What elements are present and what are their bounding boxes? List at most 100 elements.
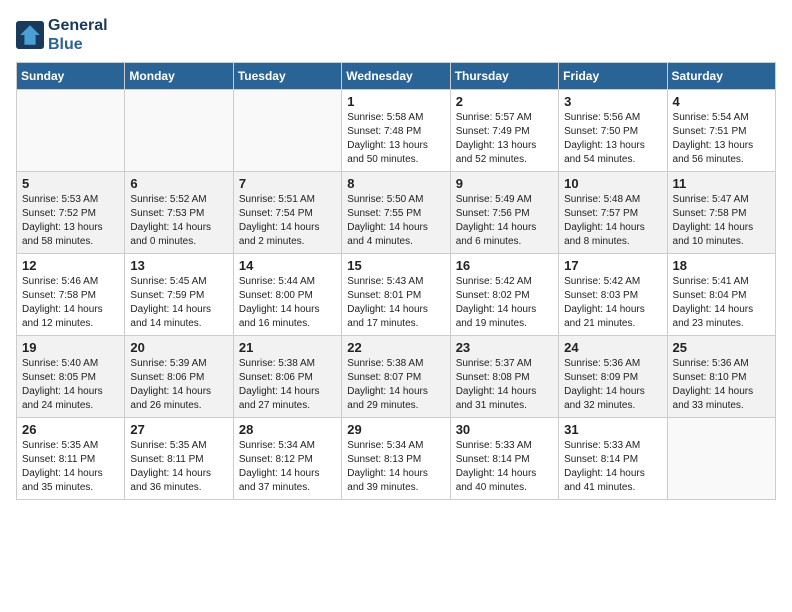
day-number: 25 (673, 340, 770, 355)
calendar-cell: 27 Sunrise: 5:35 AM Sunset: 8:11 PM Dayli… (125, 418, 233, 500)
day-number: 5 (22, 176, 119, 191)
col-header-sunday: Sunday (17, 63, 125, 90)
day-number: 4 (673, 94, 770, 109)
day-info: Sunrise: 5:34 AM Sunset: 8:12 PM Dayligh… (239, 439, 336, 495)
week-row-2: 5 Sunrise: 5:53 AM Sunset: 7:52 PM Daylig… (17, 172, 776, 254)
day-number: 13 (130, 258, 227, 273)
day-info: Sunrise: 5:33 AM Sunset: 8:14 PM Dayligh… (564, 439, 661, 495)
day-info: Sunrise: 5:35 AM Sunset: 8:11 PM Dayligh… (130, 439, 227, 495)
calendar-cell: 8 Sunrise: 5:50 AM Sunset: 7:55 PM Daylig… (342, 172, 450, 254)
calendar-table: SundayMondayTuesdayWednesdayThursdayFrid… (16, 62, 776, 500)
calendar-cell: 20 Sunrise: 5:39 AM Sunset: 8:06 PM Dayli… (125, 336, 233, 418)
calendar-cell: 2 Sunrise: 5:57 AM Sunset: 7:49 PM Daylig… (450, 90, 558, 172)
calendar-cell: 4 Sunrise: 5:54 AM Sunset: 7:51 PM Daylig… (667, 90, 775, 172)
col-header-wednesday: Wednesday (342, 63, 450, 90)
calendar-cell: 16Sunrise: 5:42 AM Sunset: 8:02 PM Dayli… (450, 254, 558, 336)
day-number: 20 (130, 340, 227, 355)
calendar-cell: 15 Sunrise: 5:43 AM Sunset: 8:01 PM Dayli… (342, 254, 450, 336)
calendar-cell (667, 418, 775, 500)
day-number: 21 (239, 340, 336, 355)
calendar-cell: 11 Sunrise: 5:47 AM Sunset: 7:58 PM Dayli… (667, 172, 775, 254)
day-info: Sunrise: 5:54 AM Sunset: 7:51 PM Dayligh… (673, 111, 770, 167)
day-number: 28 (239, 422, 336, 437)
day-number: 29 (347, 422, 444, 437)
calendar-cell: 14Sunrise: 5:44 AM Sunset: 8:00 PM Dayli… (233, 254, 341, 336)
week-row-4: 19Sunrise: 5:40 AM Sunset: 8:05 PM Dayli… (17, 336, 776, 418)
week-row-5: 26Sunrise: 5:35 AM Sunset: 8:11 PM Dayli… (17, 418, 776, 500)
day-number: 6 (130, 176, 227, 191)
day-info: Sunrise: 5:47 AM Sunset: 7:58 PM Dayligh… (673, 193, 770, 249)
day-number: 10 (564, 176, 661, 191)
calendar-cell (125, 90, 233, 172)
day-info: Sunrise: 5:58 AM Sunset: 7:48 PM Dayligh… (347, 111, 444, 167)
day-info: Sunrise: 5:35 AM Sunset: 8:11 PM Dayligh… (22, 439, 119, 495)
logo-text: GeneralBlue (48, 16, 108, 54)
day-info: Sunrise: 5:37 AM Sunset: 8:08 PM Dayligh… (456, 357, 553, 413)
day-number: 11 (673, 176, 770, 191)
day-number: 17 (564, 258, 661, 273)
day-number: 22 (347, 340, 444, 355)
day-info: Sunrise: 5:39 AM Sunset: 8:06 PM Dayligh… (130, 357, 227, 413)
calendar-cell: 10 Sunrise: 5:48 AM Sunset: 7:57 PM Dayli… (559, 172, 667, 254)
day-info: Sunrise: 5:34 AM Sunset: 8:13 PM Dayligh… (347, 439, 444, 495)
col-header-monday: Monday (125, 63, 233, 90)
calendar-cell: 30 Sunrise: 5:33 AM Sunset: 8:14 PM Dayli… (450, 418, 558, 500)
calendar-cell (233, 90, 341, 172)
day-number: 8 (347, 176, 444, 191)
day-number: 23 (456, 340, 553, 355)
day-info: Sunrise: 5:38 AM Sunset: 8:06 PM Dayligh… (239, 357, 336, 413)
day-number: 16 (456, 258, 553, 273)
day-number: 9 (456, 176, 553, 191)
day-info: Sunrise: 5:43 AM Sunset: 8:01 PM Dayligh… (347, 275, 444, 331)
day-number: 1 (347, 94, 444, 109)
day-number: 18 (673, 258, 770, 273)
calendar-cell: 7 Sunrise: 5:51 AM Sunset: 7:54 PM Daylig… (233, 172, 341, 254)
day-info: Sunrise: 5:45 AM Sunset: 7:59 PM Dayligh… (130, 275, 227, 331)
calendar-cell: 25 Sunrise: 5:36 AM Sunset: 8:10 PM Dayli… (667, 336, 775, 418)
col-header-thursday: Thursday (450, 63, 558, 90)
day-number: 27 (130, 422, 227, 437)
calendar-cell: 18 Sunrise: 5:41 AM Sunset: 8:04 PM Dayli… (667, 254, 775, 336)
day-info: Sunrise: 5:46 AM Sunset: 7:58 PM Dayligh… (22, 275, 119, 331)
calendar-cell: 29 Sunrise: 5:34 AM Sunset: 8:13 PM Dayli… (342, 418, 450, 500)
calendar-cell (17, 90, 125, 172)
logo-icon (16, 21, 44, 49)
day-info: Sunrise: 5:48 AM Sunset: 7:57 PM Dayligh… (564, 193, 661, 249)
day-number: 24 (564, 340, 661, 355)
week-row-3: 12 Sunrise: 5:46 AM Sunset: 7:58 PM Dayli… (17, 254, 776, 336)
logo: GeneralBlue (16, 16, 108, 54)
day-number: 30 (456, 422, 553, 437)
week-row-1: 1 Sunrise: 5:58 AM Sunset: 7:48 PM Daylig… (17, 90, 776, 172)
day-info: Sunrise: 5:51 AM Sunset: 7:54 PM Dayligh… (239, 193, 336, 249)
day-info: Sunrise: 5:41 AM Sunset: 8:04 PM Dayligh… (673, 275, 770, 331)
day-info: Sunrise: 5:52 AM Sunset: 7:53 PM Dayligh… (130, 193, 227, 249)
day-number: 19 (22, 340, 119, 355)
day-number: 15 (347, 258, 444, 273)
day-info: Sunrise: 5:36 AM Sunset: 8:10 PM Dayligh… (673, 357, 770, 413)
calendar-cell: 21 Sunrise: 5:38 AM Sunset: 8:06 PM Dayli… (233, 336, 341, 418)
page-header: GeneralBlue (16, 16, 776, 54)
calendar-cell: 13 Sunrise: 5:45 AM Sunset: 7:59 PM Dayli… (125, 254, 233, 336)
day-info: Sunrise: 5:44 AM Sunset: 8:00 PM Dayligh… (239, 275, 336, 331)
calendar-cell: 6 Sunrise: 5:52 AM Sunset: 7:53 PM Daylig… (125, 172, 233, 254)
day-info: Sunrise: 5:50 AM Sunset: 7:55 PM Dayligh… (347, 193, 444, 249)
day-number: 12 (22, 258, 119, 273)
calendar-cell: 31Sunrise: 5:33 AM Sunset: 8:14 PM Dayli… (559, 418, 667, 500)
day-info: Sunrise: 5:56 AM Sunset: 7:50 PM Dayligh… (564, 111, 661, 167)
calendar-cell: 17 Sunrise: 5:42 AM Sunset: 8:03 PM Dayli… (559, 254, 667, 336)
day-number: 7 (239, 176, 336, 191)
calendar-cell: 12 Sunrise: 5:46 AM Sunset: 7:58 PM Dayli… (17, 254, 125, 336)
day-info: Sunrise: 5:42 AM Sunset: 8:03 PM Dayligh… (564, 275, 661, 331)
col-header-saturday: Saturday (667, 63, 775, 90)
day-number: 2 (456, 94, 553, 109)
day-info: Sunrise: 5:33 AM Sunset: 8:14 PM Dayligh… (456, 439, 553, 495)
calendar-cell: 5 Sunrise: 5:53 AM Sunset: 7:52 PM Daylig… (17, 172, 125, 254)
calendar-cell: 1 Sunrise: 5:58 AM Sunset: 7:48 PM Daylig… (342, 90, 450, 172)
col-header-friday: Friday (559, 63, 667, 90)
calendar-cell: 24 Sunrise: 5:36 AM Sunset: 8:09 PM Dayli… (559, 336, 667, 418)
day-info: Sunrise: 5:57 AM Sunset: 7:49 PM Dayligh… (456, 111, 553, 167)
day-info: Sunrise: 5:53 AM Sunset: 7:52 PM Dayligh… (22, 193, 119, 249)
day-info: Sunrise: 5:36 AM Sunset: 8:09 PM Dayligh… (564, 357, 661, 413)
header-row: SundayMondayTuesdayWednesdayThursdayFrid… (17, 63, 776, 90)
calendar-cell: 26Sunrise: 5:35 AM Sunset: 8:11 PM Dayli… (17, 418, 125, 500)
